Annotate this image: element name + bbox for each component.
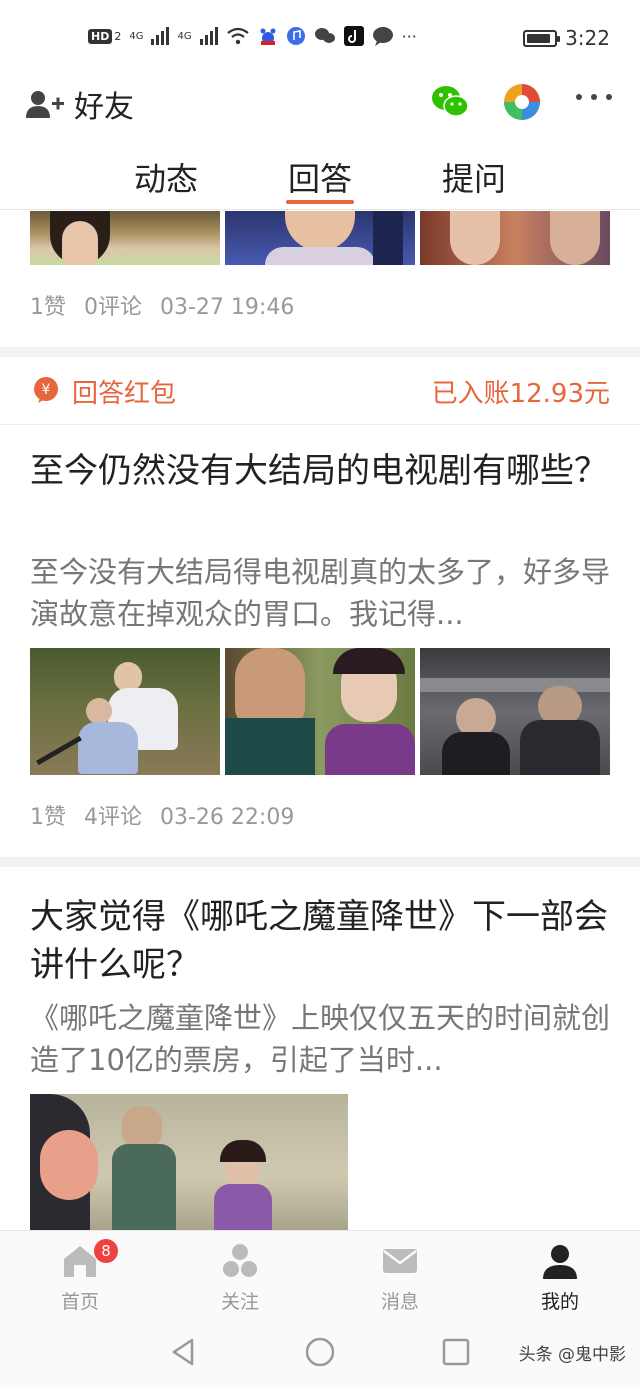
signal-icon	[151, 27, 170, 45]
post2-image-1[interactable]	[30, 648, 220, 775]
post1-image-3[interactable]	[420, 211, 610, 265]
back-icon[interactable]	[168, 1336, 200, 1368]
post1-image-2[interactable]	[225, 211, 415, 265]
status-bar: HD 2 4G 4G ··· 3:22	[0, 0, 640, 72]
section-divider	[0, 857, 640, 867]
hongbao-label: 回答红包	[72, 379, 177, 409]
hd-icon: HD	[88, 28, 113, 44]
network-label-1: 4G	[129, 30, 144, 42]
tiktok-icon	[343, 26, 364, 46]
bottom-nav: 8 首页 关注 消息 我的	[0, 1230, 640, 1318]
post2-excerpt[interactable]: 至今没有大结局得电视剧真的太多了，好多导演故意在掉观众的胃口。我记得...	[30, 551, 615, 635]
nav-follow-label: 关注	[220, 1291, 259, 1313]
feed[interactable]: 1赞 0评论 03-27 19:46 ¥ 回答红包 已入账12.93元 至今仍然没有…	[0, 211, 640, 1230]
status-time: 3:22	[565, 26, 610, 50]
hongbao-icon: ¥	[34, 377, 58, 403]
nav-me-label: 我的	[540, 1291, 579, 1313]
network-label-2: 4G	[177, 30, 192, 42]
post2-likes[interactable]: 1赞	[30, 805, 66, 830]
post1-likes[interactable]: 1赞	[30, 295, 66, 320]
hongbao-glyph: ¥	[42, 382, 51, 398]
recent-apps-icon[interactable]	[440, 1336, 472, 1368]
battery-icon	[523, 29, 561, 47]
wechat-share-icon[interactable]	[430, 82, 470, 122]
nav-messages[interactable]: 消息	[340, 1231, 460, 1319]
camera-icon[interactable]	[502, 82, 542, 122]
watermark: 头条 @鬼中影	[518, 1345, 626, 1365]
follow-icon	[223, 1244, 257, 1277]
header: 好友	[0, 72, 640, 132]
tab-bar: 动态 回答 提问	[0, 148, 640, 210]
nav-me[interactable]: 我的	[500, 1231, 620, 1319]
friends-label: 好友	[74, 90, 134, 125]
sim-slot-label: 2	[114, 29, 122, 43]
add-friend-icon	[26, 91, 64, 118]
music-icon	[286, 27, 305, 45]
post2-image-3[interactable]	[420, 648, 610, 775]
wechat-icon	[314, 28, 335, 43]
post1-image-1[interactable]	[30, 211, 220, 265]
signal-icon	[199, 27, 218, 45]
post3-title[interactable]: 大家觉得《哪吒之魔童降世》下一部会讲什么呢？	[30, 893, 615, 989]
post2-time: 03-26 22:09	[160, 805, 295, 830]
post2-title[interactable]: 至今仍然没有大结局的电视剧有哪些？	[30, 447, 615, 495]
nav-home[interactable]: 8 首页	[20, 1231, 140, 1319]
nav-follow[interactable]: 关注	[180, 1231, 300, 1319]
baidu-icon	[260, 28, 276, 45]
post1-time: 03-27 19:46	[160, 295, 295, 320]
post3-image[interactable]	[30, 1094, 348, 1230]
hongbao-amount: 已入账12.93元	[431, 379, 610, 409]
tab-question[interactable]: 提问	[424, 154, 524, 200]
post1-images	[30, 211, 610, 265]
active-tab-indicator	[286, 200, 354, 204]
post1-meta: 1赞 0评论 03-27 19:46	[30, 289, 312, 321]
post1-comments[interactable]: 0评论	[84, 295, 142, 320]
more-status-icon: ···	[401, 26, 417, 46]
post3-excerpt[interactable]: 《哪吒之魔童降世》上映仅仅五天的时间就创造了10亿的票房，引起了当时...	[30, 997, 615, 1081]
profile-icon	[543, 1245, 577, 1279]
message-icon	[383, 1249, 417, 1273]
tab-answer[interactable]: 回答	[270, 154, 370, 200]
post2-images	[30, 648, 610, 775]
friends-button[interactable]: 好友	[26, 82, 134, 126]
wifi-icon	[226, 27, 249, 45]
tab-dynamic[interactable]: 动态	[116, 154, 216, 200]
nav-home-label: 首页	[60, 1291, 99, 1313]
post2-meta: 1赞 4评论 03-26 22:09	[30, 799, 312, 831]
post2-comments[interactable]: 4评论	[84, 805, 142, 830]
nav-messages-label: 消息	[380, 1291, 419, 1313]
status-icons-right: 3:22	[523, 26, 610, 50]
answer-hongbao-row[interactable]: ¥ 回答红包 已入账12.93元	[0, 357, 640, 425]
post2-image-2[interactable]	[225, 648, 415, 775]
home-badge: 8	[94, 1239, 118, 1263]
more-icon[interactable]	[576, 94, 616, 134]
system-nav-bar: 头条 @鬼中影	[0, 1318, 640, 1387]
chat-icon	[372, 27, 393, 46]
status-icons-left: HD 2 4G 4G ···	[88, 26, 417, 46]
home-icon	[64, 1246, 96, 1277]
home-circle-icon[interactable]	[304, 1336, 336, 1368]
section-divider	[0, 347, 640, 357]
